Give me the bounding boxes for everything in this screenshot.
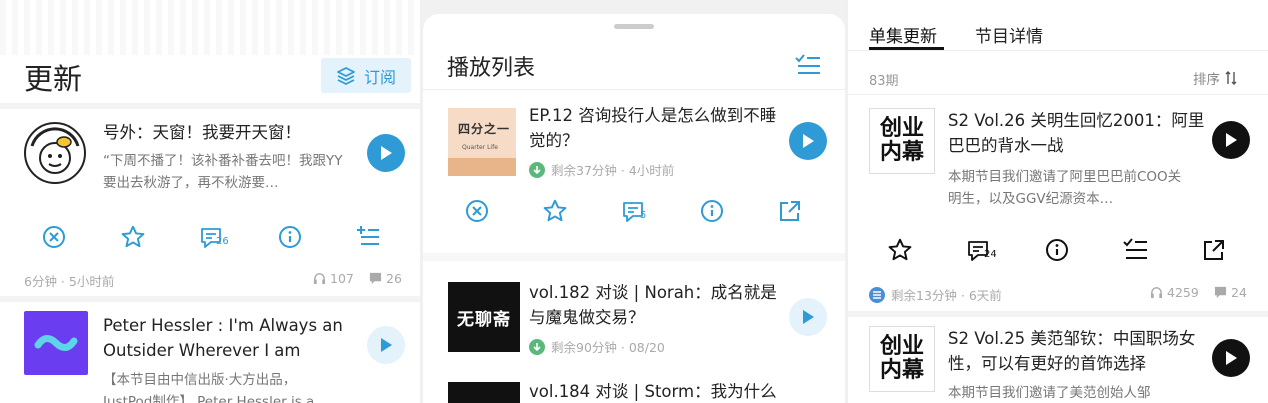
playlist-item-meta-text: 剩余37分钟 · 4小时前: [551, 163, 675, 178]
listen-count-value: 107: [330, 271, 354, 286]
info-icon[interactable]: [1045, 238, 1069, 262]
episode-meta-text: 剩余13分钟 · 6天前: [891, 288, 1002, 303]
listen-count: 4259: [1150, 285, 1199, 300]
episode-description: 【本节目由中信出版·大方出品，JustPod制作】 Peter Hessler …: [103, 372, 315, 403]
listen-count: 107: [313, 271, 354, 286]
divider: [0, 296, 420, 302]
episode-description: 本期节目我们邀请了美范创始人邹: [948, 385, 1151, 401]
cover-subtitle: Quarter Life: [462, 144, 498, 151]
drag-handle[interactable]: [614, 24, 654, 29]
podcast-detail-panel: 单集更新 节目详情 83期 排序 创业内幕 S2 Vol.26 关明生回忆200…: [848, 0, 1268, 403]
play-button[interactable]: [367, 326, 405, 364]
playlist-item-meta: 剩余90分钟 · 08/20: [529, 337, 665, 356]
share-icon[interactable]: [778, 199, 802, 223]
subscribe-label: 订阅: [363, 67, 396, 87]
episode-title[interactable]: 号外：天窗！我要开天窗！: [103, 120, 353, 145]
comment-count-badge: 5: [640, 210, 647, 221]
star-icon[interactable]: [887, 237, 913, 263]
divider: [848, 94, 1268, 95]
playlist-panel: 播放列表 四分之一 Quarter Life EP.12 咨询投行人是怎么做到不…: [423, 0, 845, 403]
cover-title: 创业内幕: [879, 334, 924, 383]
headphones-icon: [1150, 286, 1163, 299]
comment-count: 26: [369, 271, 402, 286]
listen-count-value: 4259: [1167, 285, 1199, 300]
play-button[interactable]: [789, 122, 827, 160]
sort-icon: [1225, 71, 1237, 85]
play-button[interactable]: [1212, 121, 1250, 159]
playlist-cover[interactable]: [448, 382, 520, 403]
subscribe-button[interactable]: 订阅: [321, 58, 411, 93]
episode-cover[interactable]: [24, 311, 88, 375]
play-button[interactable]: [789, 298, 827, 336]
cover-title: 四分之一: [458, 122, 511, 136]
playlist-item-meta-text: 剩余90分钟 · 08/20: [551, 340, 665, 355]
comment-small-icon: [1214, 286, 1227, 299]
episode-cover[interactable]: 创业内幕: [869, 108, 935, 174]
progress-icon: [869, 286, 885, 303]
episode-cover[interactable]: [24, 122, 86, 184]
info-icon[interactable]: [278, 225, 302, 249]
headphones-icon: [313, 272, 326, 285]
info-icon[interactable]: [700, 199, 724, 223]
episode-title[interactable]: S2 Vol.26 关明生回忆2001：阿里巴巴的背水一战: [948, 108, 1210, 158]
tab-podcast-details[interactable]: 节目详情: [975, 22, 1043, 47]
episode-title[interactable]: S2 Vol.25 美范邹钦：中国职场女性，可以有更好的首饰选择: [948, 326, 1210, 376]
divider: [848, 311, 1268, 317]
comment-count: 24: [1214, 285, 1247, 300]
episode-description: 本期节目我们邀请了阿里巴巴前COO关明生，以及GGV纪源资本…: [948, 169, 1182, 207]
playlist-cover[interactable]: 四分之一 Quarter Life: [448, 108, 516, 176]
star-icon[interactable]: [542, 198, 568, 224]
cover-stripe: [448, 158, 516, 176]
episode-title[interactable]: Peter Hessler : I'm Always an Outsider W…: [103, 313, 353, 363]
playlist-title: 播放列表: [447, 56, 536, 81]
share-icon[interactable]: [1202, 238, 1226, 262]
page-title: 更新: [24, 62, 83, 96]
header-fade: [0, 0, 420, 55]
comment-count-value: 26: [386, 271, 402, 286]
remove-icon[interactable]: [42, 225, 66, 249]
star-icon[interactable]: [120, 224, 146, 250]
divider: [423, 253, 845, 261]
downloaded-icon: [529, 338, 545, 355]
divider: [0, 103, 420, 109]
playlist-cover[interactable]: 无聊斋: [448, 282, 520, 352]
playlist-edit-icon[interactable]: [795, 53, 821, 75]
cover-title: 无聊斋: [457, 309, 511, 330]
playlist-item-title[interactable]: EP.12 咨询投行人是怎么做到不睡觉的？: [529, 103, 781, 153]
add-to-playlist-icon[interactable]: [355, 224, 381, 250]
play-button[interactable]: [1212, 339, 1250, 377]
sort-button[interactable]: 排序: [1193, 68, 1237, 88]
divider: [423, 89, 845, 90]
downloaded-icon: [529, 161, 545, 178]
comment-count-value: 24: [1231, 285, 1247, 300]
layers-icon: [336, 66, 356, 86]
playlist-item-title[interactable]: vol.182 对谈 | Norah：成名就是与魔鬼做交易？: [529, 280, 785, 330]
episode-count: 83期: [869, 74, 899, 89]
playlist-add-icon[interactable]: [1123, 238, 1149, 262]
playlist-item-title[interactable]: vol.184 对谈 | Storm：我为什么: [529, 379, 785, 403]
tab-episode-updates[interactable]: 单集更新: [869, 22, 937, 47]
updates-panel: 更新 订阅 号外：天窗！我要开天窗！ “下周不播了！该补番补番去吧！我跟YY要出…: [0, 0, 420, 403]
episode-duration-time: 6分钟 · 5小时前: [24, 274, 115, 289]
header-divider: [848, 50, 1268, 51]
play-button[interactable]: [367, 134, 405, 172]
remove-icon[interactable]: [465, 199, 489, 223]
episode-meta: 剩余13分钟 · 6天前: [869, 285, 1002, 304]
sort-label: 排序: [1193, 72, 1220, 88]
cover-title: 创业内幕: [879, 116, 924, 165]
episode-description: “下周不播了！该补番补番去吧！我跟YY要出去秋游了，再不秋游要…: [103, 153, 343, 191]
comment-count-badge: 24: [984, 249, 997, 260]
playlist-item-meta: 剩余37分钟 · 4小时前: [529, 160, 674, 179]
comment-small-icon: [369, 272, 382, 285]
episode-cover[interactable]: 创业内幕: [869, 326, 935, 392]
comment-count-badge: 26: [216, 236, 229, 247]
